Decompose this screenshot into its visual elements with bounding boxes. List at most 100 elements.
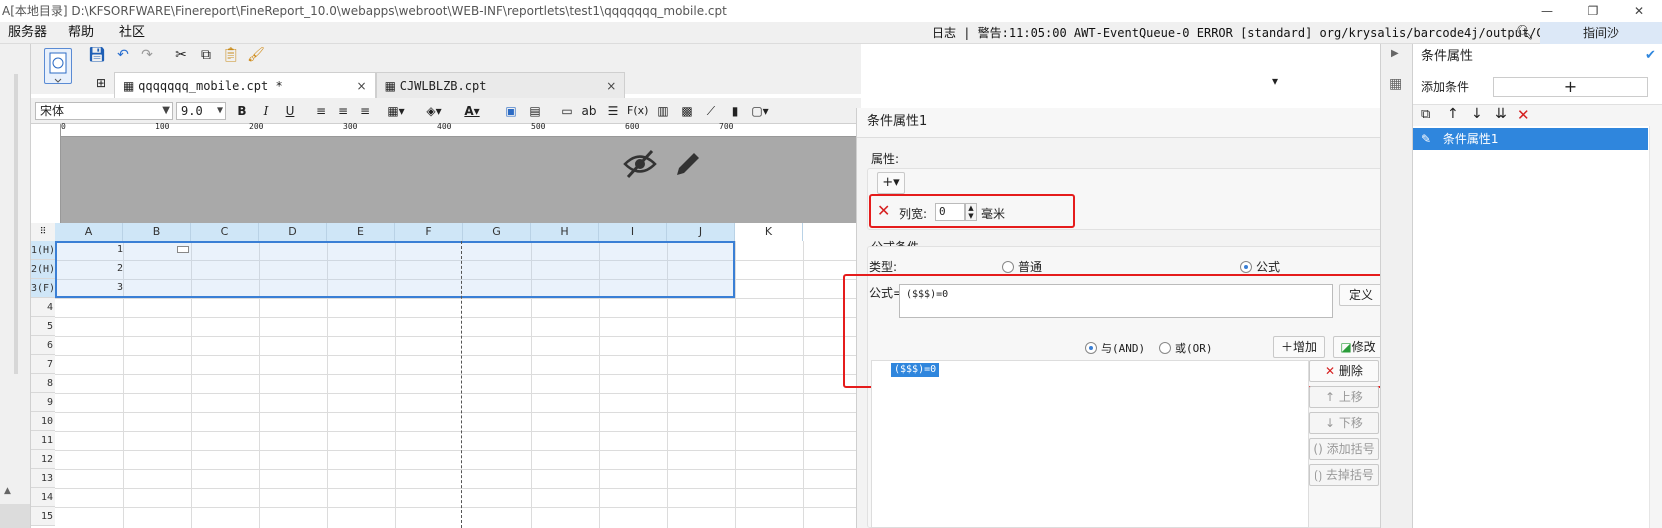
menu-server[interactable]: 服务器	[8, 22, 47, 44]
column-header[interactable]: C	[191, 223, 259, 241]
add-condition-button[interactable]: +	[1493, 77, 1648, 97]
panel-scrollbar[interactable]	[1649, 126, 1662, 528]
save-icon[interactable]: 💾︎	[88, 46, 106, 64]
chevron-right-icon[interactable]: ▶	[1391, 48, 1399, 59]
col-width-stepper[interactable]: ▲ ▼	[965, 203, 977, 221]
row-header[interactable]: 15	[31, 507, 55, 526]
menu-community[interactable]: 社区	[119, 22, 145, 44]
arrow-down-icon[interactable]: ↓	[1471, 106, 1483, 122]
tab-qqqqqqq-mobile[interactable]: ▦ qqqqqqq_mobile.cpt * ×	[114, 72, 376, 98]
sort-icon[interactable]: ⇊	[1495, 106, 1507, 122]
move-down-button[interactable]: ↓ 下移	[1309, 412, 1379, 434]
panel-toggle-icon[interactable]: ▦	[1389, 76, 1402, 92]
row-header[interactable]: 9	[31, 393, 55, 412]
text-cell-icon[interactable]: ▭	[559, 102, 575, 120]
formula-input[interactable]: ($$$)=0	[899, 284, 1333, 318]
slash-icon[interactable]: ⟋	[703, 102, 719, 120]
type-formula-radio[interactable]: 公式	[1240, 258, 1280, 275]
add-button[interactable]: ＋增加	[1273, 336, 1325, 358]
font-color-icon[interactable]: A▾	[461, 102, 483, 120]
merge-cell-icon[interactable]: ▤	[527, 102, 543, 120]
align-center-icon[interactable]: ≡	[335, 102, 351, 120]
cell-value[interactable]: 1	[117, 244, 123, 255]
selected-range[interactable]	[55, 241, 735, 298]
formula-icon[interactable]: F(x)	[627, 102, 648, 120]
remove-property-icon[interactable]: ✕	[877, 203, 890, 219]
menu-help[interactable]: 帮助	[68, 22, 94, 44]
column-header[interactable]: A	[55, 223, 123, 241]
and-radio[interactable]: 与(AND)	[1085, 340, 1145, 356]
column-header[interactable]: D	[259, 223, 327, 241]
format-painter-icon[interactable]: 🖌︎	[247, 46, 265, 64]
text-icon[interactable]: ab	[581, 102, 597, 120]
tab-close-icon[interactable]: ×	[357, 79, 367, 93]
row-header[interactable]: 11	[31, 431, 55, 450]
align-left-icon[interactable]: ≡	[313, 102, 329, 120]
collapse-icon[interactable]: ▲	[4, 486, 11, 496]
font-family-select[interactable]: 宋体 ▼	[35, 102, 173, 120]
font-size-select[interactable]: 9.0 ▼	[176, 102, 226, 120]
row-header[interactable]: 8	[31, 374, 55, 393]
check-icon[interactable]: ✔	[1645, 48, 1656, 63]
paste-icon[interactable]: 📋︎	[222, 46, 240, 64]
tab-cjwlblzb[interactable]: ▦ CJWLBLZB.cpt ×	[375, 72, 626, 98]
left-scrollbar[interactable]	[14, 74, 18, 374]
column-header[interactable]: B	[123, 223, 191, 241]
left-dock-tab[interactable]	[0, 504, 30, 528]
column-header[interactable]: K	[735, 223, 803, 241]
column-header[interactable]: E	[327, 223, 395, 241]
column-header[interactable]: J	[667, 223, 735, 241]
row-header[interactable]: 7	[31, 355, 55, 374]
or-radio[interactable]: 或(OR)	[1159, 340, 1213, 356]
row-header[interactable]: 3(F)	[31, 279, 55, 298]
row-header[interactable]: 12	[31, 450, 55, 469]
edit-pencil-icon[interactable]	[673, 149, 703, 182]
tab-close-icon[interactable]: ×	[606, 79, 616, 93]
select-all-corner[interactable]: ⠿	[31, 223, 55, 241]
remove-bracket-button[interactable]: ⟮⟯ 去掉括号	[1309, 464, 1379, 486]
condition-list[interactable]	[871, 360, 1309, 528]
row-header[interactable]: 14	[31, 488, 55, 507]
search-icon[interactable]: 🔍︎	[1516, 25, 1534, 41]
column-header[interactable]: F	[395, 223, 463, 241]
redo-icon[interactable]: ↷	[138, 46, 156, 64]
paragraph-icon[interactable]: ☰	[605, 102, 621, 120]
more-icon[interactable]: ▢▾	[749, 102, 771, 120]
template-icon[interactable]	[44, 48, 72, 84]
define-button[interactable]: 定义	[1339, 284, 1383, 306]
image-icon[interactable]: ▩	[679, 102, 695, 120]
add-property-button[interactable]: +▾	[877, 172, 905, 194]
underline-button[interactable]: U	[283, 102, 297, 120]
cut-icon[interactable]: ✂	[172, 46, 190, 64]
column-header[interactable]: H	[531, 223, 599, 241]
move-up-button[interactable]: ↑ 上移	[1309, 386, 1379, 408]
user-button[interactable]: 指间沙	[1540, 22, 1662, 44]
grid-icon[interactable]: ⊞	[96, 76, 106, 90]
cell-value[interactable]: 2	[117, 263, 123, 274]
minimize-button[interactable]: —	[1524, 0, 1570, 22]
type-normal-radio[interactable]: 普通	[1002, 258, 1042, 275]
delete-icon[interactable]: ✕	[1517, 106, 1530, 124]
row-header[interactable]: 2(H)	[31, 260, 55, 279]
tab-menu-icon[interactable]: ▾	[1272, 74, 1278, 88]
italic-button[interactable]: I	[259, 102, 273, 120]
close-button[interactable]: ✕	[1616, 0, 1662, 22]
col-width-input[interactable]: 0	[935, 203, 965, 221]
fill-color-icon[interactable]: ◈▾	[423, 102, 445, 120]
border-icon[interactable]: ▦▾	[385, 102, 407, 120]
undo-icon[interactable]: ↶	[114, 46, 132, 64]
insert-cell-icon[interactable]: ▣	[503, 102, 519, 120]
column-header[interactable]: I	[599, 223, 667, 241]
row-header[interactable]: 1(H)	[31, 241, 55, 260]
spreadsheet[interactable]: ⠿ A B C D E F G H I J K 1(H) 2(H) 3(F) 4…	[31, 223, 861, 528]
column-header[interactable]: G	[463, 223, 531, 241]
copy-icon[interactable]: ⧉	[1421, 107, 1430, 122]
condition-list-item[interactable]: ($$$)=0	[891, 363, 940, 377]
restore-button[interactable]: ❐	[1570, 0, 1616, 22]
row-header[interactable]: 4	[31, 298, 55, 317]
row-header[interactable]: 5	[31, 317, 55, 336]
sub-report-icon[interactable]: ▮	[727, 102, 743, 120]
row-header[interactable]: 6	[31, 336, 55, 355]
align-right-icon[interactable]: ≡	[357, 102, 373, 120]
copy-icon[interactable]: ⧉	[197, 46, 215, 64]
